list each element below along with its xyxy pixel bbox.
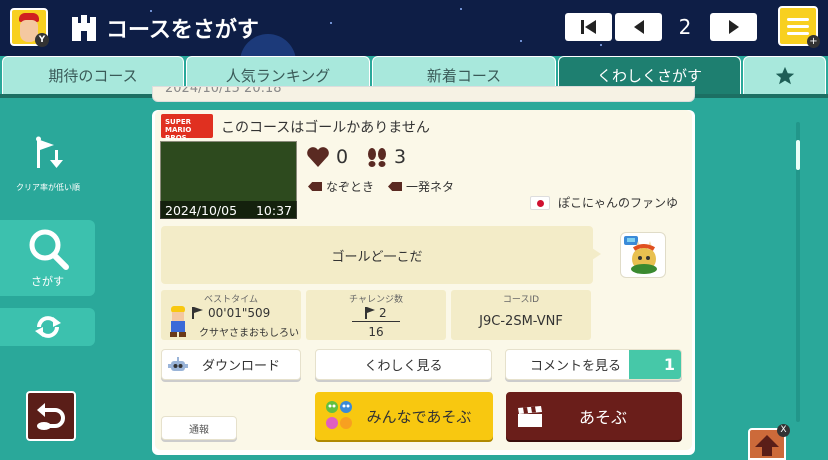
japan-flag-icon — [530, 195, 550, 210]
course-maker[interactable]: ぽこにゃんのファンゆ — [530, 194, 678, 211]
scrollbar-thumb[interactable] — [796, 140, 800, 170]
menu-bar — [787, 17, 809, 21]
multiplayer-characters-icon — [326, 401, 352, 429]
course-description: ゴールど一こだ — [161, 226, 593, 284]
clock-flag-icon — [192, 307, 203, 319]
magnifier-icon — [29, 229, 69, 270]
best-time-box: ベストタイム 00'01"509 クサヤさまおもしろい — [161, 290, 301, 340]
search-button[interactable]: さがす — [0, 220, 95, 296]
page-number: 2 — [678, 15, 692, 39]
footprints-icon — [368, 148, 386, 167]
challenge-label: チャレンジ数 — [349, 295, 403, 305]
menu-button[interactable]: + — [778, 6, 820, 48]
tab-favorites[interactable] — [743, 56, 826, 94]
plays-stat: 3 — [366, 146, 406, 168]
player-avatar[interactable]: Y — [10, 8, 49, 47]
likes-count: 0 — [336, 146, 349, 168]
scroll-to-top-button[interactable]: X — [748, 424, 790, 460]
upload-date: 2024/10/05 — [165, 202, 238, 218]
sort-option[interactable]: クリア率が低い順 — [8, 134, 88, 198]
bowser-mii-icon — [624, 236, 657, 274]
sort-option-label: クリア率が低い順 — [16, 183, 80, 192]
prev-page-button[interactable] — [615, 13, 662, 41]
builder-mario-icon — [170, 306, 186, 337]
description-tail — [592, 248, 601, 260]
refresh-button[interactable] — [0, 308, 95, 346]
arrow-up-icon — [755, 435, 779, 456]
avatar-button-badge: Y — [35, 33, 49, 47]
course-title: このコースはゴールかありません — [221, 120, 430, 136]
goal-flag-icon — [365, 307, 375, 319]
star-decoration — [520, 40, 522, 42]
multiplayer-button[interactable]: みんなであそぶ — [315, 392, 493, 440]
play-label: あそぶ — [578, 408, 627, 427]
report-button[interactable]: 通報 — [161, 416, 237, 440]
menu-bar — [787, 31, 809, 35]
download-label: ダウンロード — [201, 359, 280, 374]
star-decoration — [600, 44, 602, 46]
comments-label: コメントを見る — [530, 359, 622, 374]
back-button[interactable] — [26, 391, 76, 441]
refresh-icon — [34, 316, 61, 338]
search-button-label: さがす — [31, 275, 64, 288]
star-decoration — [330, 22, 332, 24]
view-details-button[interactable]: くわしく見る — [315, 349, 492, 380]
game-style-logo: SUPER MARIO BROS. — [161, 114, 213, 142]
previous-course-date: 2024/10/15 20:18 — [165, 86, 282, 96]
attempts-count: 16 — [368, 325, 384, 339]
upload-time: 10:37 — [255, 202, 292, 218]
clears-count: 2 — [379, 306, 387, 320]
tag-label: 一発ネタ — [406, 180, 455, 194]
upload-datetime: 2024/10/05 10:37 — [160, 201, 297, 219]
maker-name: ぽこにゃんのファンゆ — [558, 196, 679, 210]
plays-count: 3 — [394, 146, 407, 168]
heart-icon — [307, 147, 329, 167]
best-time-value: 00'01"509 — [208, 306, 271, 320]
play-button[interactable]: あそぶ — [506, 392, 682, 440]
return-arrow-icon — [37, 403, 65, 430]
best-time-row: 00'01"509 — [191, 306, 270, 320]
challenge-box: チャレンジ数 2 16 — [306, 290, 446, 340]
up-button-badge: X — [777, 424, 790, 437]
course-id-box: コースID J9C-2SM-VNF — [451, 290, 591, 340]
menu-bar — [787, 24, 809, 28]
tag-icon — [388, 182, 402, 191]
download-button[interactable]: ダウンロード — [161, 349, 301, 380]
tag-label: なぞとき — [326, 180, 375, 194]
star-decoration — [460, 8, 462, 10]
page-title: コースをさがす — [106, 18, 259, 43]
multiplayer-label: みんなであそぶ — [366, 407, 472, 426]
likes-stat: 0 — [306, 146, 348, 168]
course-tag: なぞとき — [308, 178, 374, 195]
course-id-label: コースID — [502, 295, 540, 305]
maker-comment-icon[interactable] — [620, 232, 666, 278]
castle-icon — [72, 15, 96, 41]
course-tag: 一発ネタ — [388, 178, 454, 195]
goal-flag-sort-icon — [36, 136, 63, 168]
comment-count-badge: 1 — [629, 350, 681, 379]
star-icon — [775, 66, 794, 84]
clears-row: 2 — [364, 306, 387, 320]
view-comments-button[interactable]: コメントを見る 1 — [505, 349, 682, 380]
arrow-right-icon — [728, 20, 739, 34]
arrow-left-icon — [633, 20, 644, 34]
skip-back-icon — [580, 20, 596, 34]
course-id-value: J9C-2SM-VNF — [479, 314, 563, 329]
best-time-holder[interactable]: クサヤさまおもしろい — [199, 324, 299, 339]
next-page-button[interactable] — [710, 13, 757, 41]
clapperboard-icon — [518, 406, 542, 427]
header-bar: Y コースをさがす 2 + — [0, 0, 828, 56]
menu-button-badge: + — [807, 35, 820, 48]
fraction-bar — [352, 321, 400, 322]
previous-course-card[interactable]: 2024/10/15 20:18 — [152, 86, 695, 102]
first-page-button[interactable] — [565, 13, 612, 41]
robot-icon — [168, 357, 188, 371]
tag-icon — [308, 182, 322, 191]
